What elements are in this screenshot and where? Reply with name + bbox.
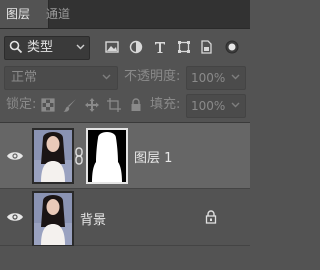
search-icon xyxy=(9,40,23,54)
eye-icon[interactable] xyxy=(6,211,24,223)
opacity-value: 100% xyxy=(191,71,226,85)
lock-row: 锁定: 填充: 100% xyxy=(0,94,250,118)
blend-mode-label: 正常 xyxy=(11,70,38,85)
layer-thumbnail xyxy=(32,191,74,247)
lock-transparent-icon[interactable] xyxy=(40,97,56,113)
mask-link-icon[interactable] xyxy=(74,147,84,165)
chevron-down-icon xyxy=(102,74,111,80)
eye-icon[interactable] xyxy=(6,150,24,162)
lock-image-icon[interactable] xyxy=(62,97,78,113)
tab-channels[interactable]: 通道 xyxy=(40,0,76,28)
lock-position-icon[interactable] xyxy=(84,97,100,113)
layer-thumbnail xyxy=(32,128,74,184)
layer-mask-thumbnail[interactable] xyxy=(86,128,128,184)
layers-panel: 图层 通道 类型 正常 不透明度: 100% 锁定: 填充: 100% 图层 1… xyxy=(0,0,250,270)
type-filter-icon[interactable] xyxy=(152,39,168,55)
layer-name[interactable]: 背景 xyxy=(80,209,106,228)
smart-object-filter-icon[interactable] xyxy=(198,39,214,55)
lock-label: 锁定: xyxy=(6,97,37,112)
lock-all-icon[interactable] xyxy=(128,97,144,113)
opacity-label: 不透明度: xyxy=(124,69,181,84)
shape-filter-icon[interactable] xyxy=(176,39,192,55)
layer-filter-row: 类型 xyxy=(0,34,250,60)
fill-label: 填充: xyxy=(150,97,181,112)
chevron-down-icon xyxy=(76,44,85,50)
filter-toggle-icon[interactable] xyxy=(224,37,240,57)
portrait-thumbnail-image xyxy=(34,130,72,182)
panel-footer xyxy=(0,246,250,270)
chevron-down-icon xyxy=(231,102,240,108)
filter-kind-select[interactable]: 类型 xyxy=(4,36,90,60)
filter-kind-label: 类型 xyxy=(27,40,54,55)
layer-row[interactable]: 图层 1 xyxy=(0,123,250,189)
fill-value: 100% xyxy=(191,99,226,113)
opacity-input[interactable]: 100% xyxy=(186,66,246,90)
chevron-down-icon xyxy=(231,74,240,80)
blend-mode-select[interactable]: 正常 xyxy=(4,66,118,90)
layer-row[interactable]: 背景 xyxy=(0,189,250,247)
fill-input[interactable]: 100% xyxy=(186,94,246,118)
blend-row: 正常 不透明度: 100% xyxy=(0,66,250,90)
panel-tab-bar: 图层 通道 xyxy=(0,0,250,29)
layer-name[interactable]: 图层 1 xyxy=(134,147,172,166)
lock-artboard-icon[interactable] xyxy=(106,97,122,113)
mask-silhouette-image xyxy=(88,130,126,182)
adjustment-filter-icon[interactable] xyxy=(128,39,144,55)
image-filter-icon[interactable] xyxy=(104,39,120,55)
lock-icon[interactable] xyxy=(205,210,217,224)
portrait-thumbnail-image xyxy=(34,193,72,245)
